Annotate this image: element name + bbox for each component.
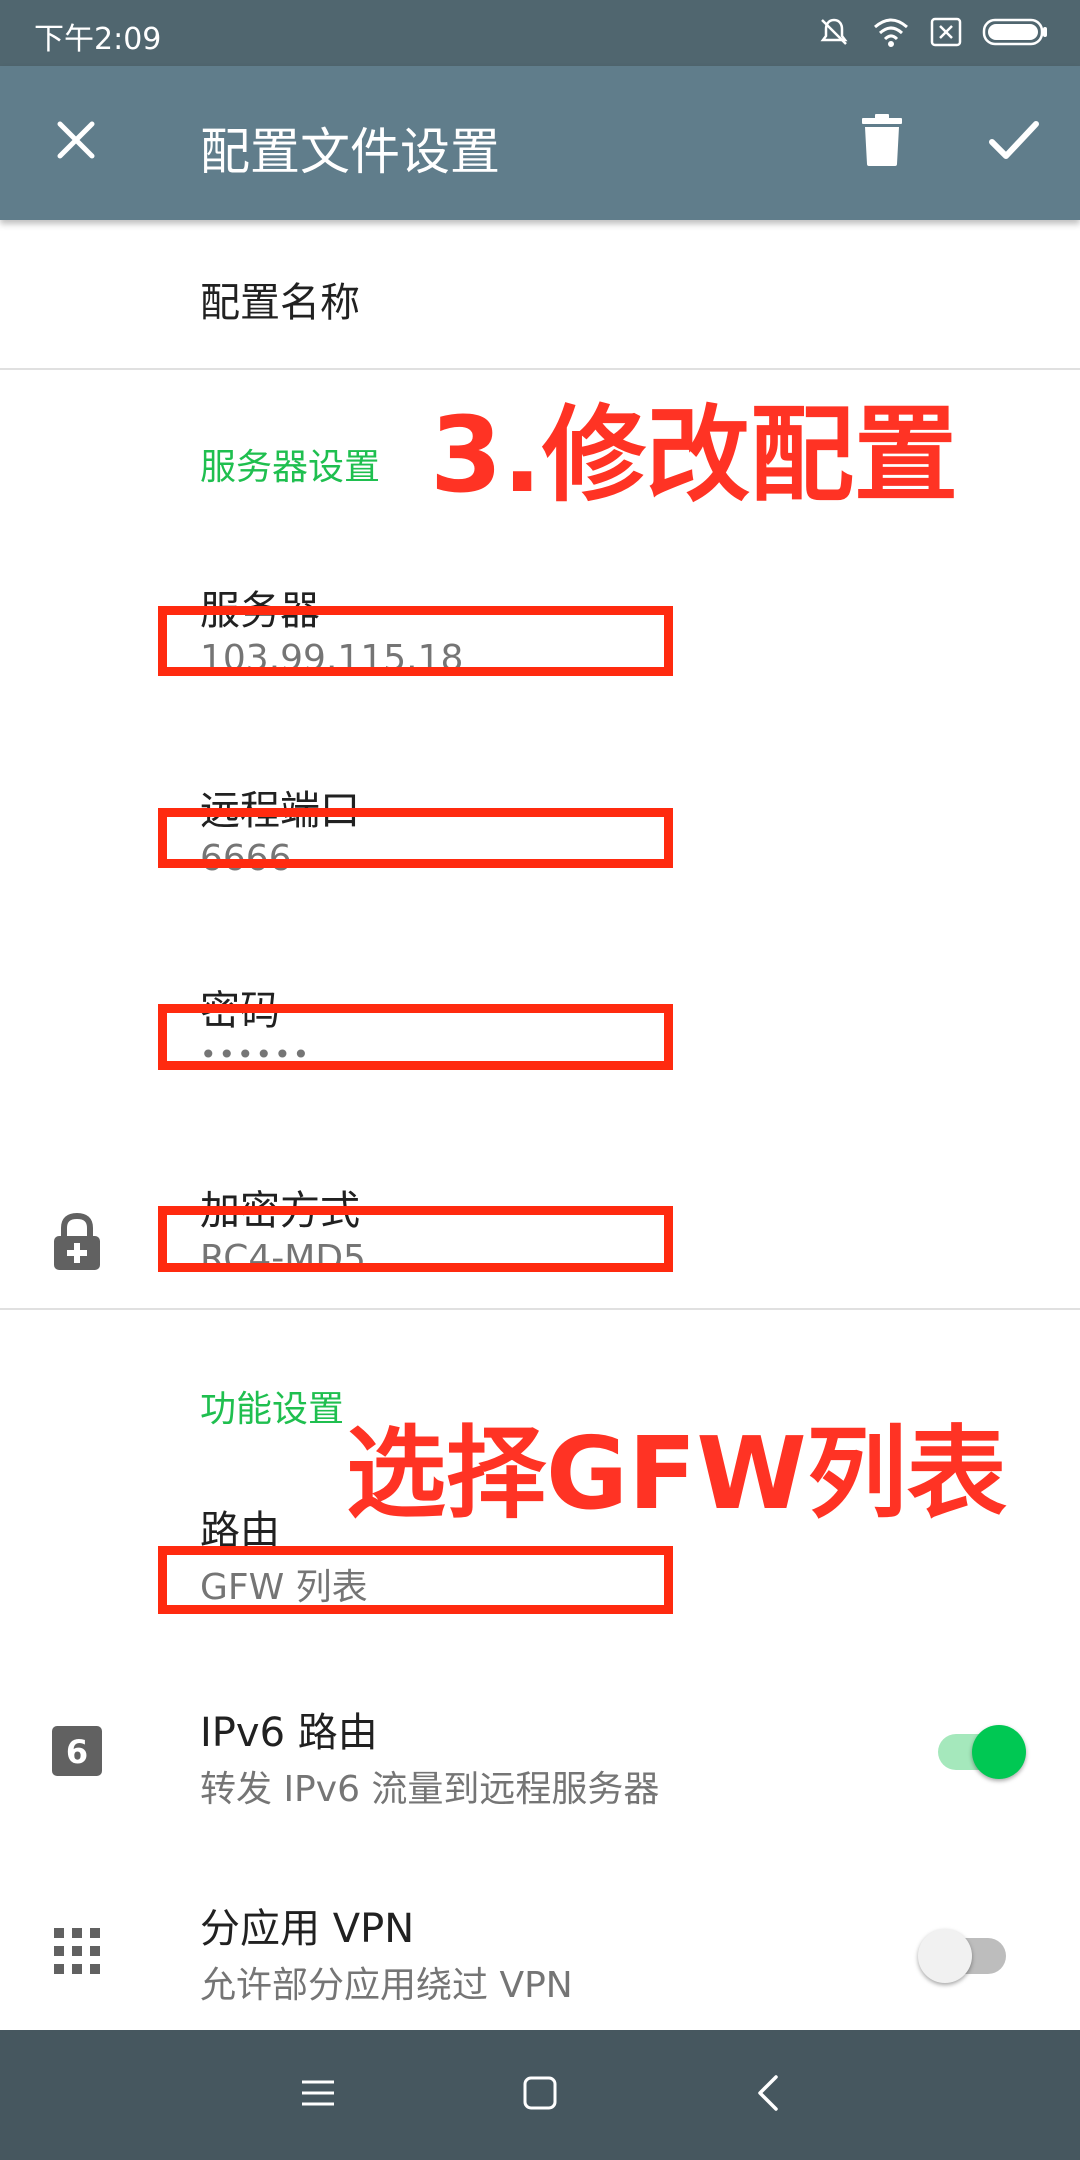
- no-sim-icon: [930, 17, 962, 51]
- feature-section-title: 功能设置: [200, 1389, 345, 1430]
- toggle-knob: [972, 1725, 1026, 1779]
- close-icon: [54, 118, 98, 166]
- annotation-step3: 3.修改配置: [430, 394, 958, 516]
- menu-button[interactable]: [288, 2065, 348, 2125]
- profile-name-label: 配置名称: [200, 280, 360, 326]
- svg-text:6: 6: [66, 1733, 88, 1771]
- delete-button[interactable]: [846, 106, 918, 178]
- server-section-title: 服务器设置: [200, 447, 381, 488]
- delete-icon: [862, 114, 902, 170]
- annotation-box-password: [158, 1004, 673, 1070]
- wifi-icon: [872, 15, 910, 53]
- per-app-vpn-title: 分应用 VPN: [200, 1906, 415, 1952]
- confirm-button[interactable]: [978, 106, 1050, 178]
- profile-name-row[interactable]: 配置名称: [0, 220, 1080, 368]
- mute-icon: [816, 14, 852, 54]
- lock-plus-icon: [52, 1212, 102, 1270]
- navigation-bar: [0, 2030, 1080, 2160]
- ipv6-icon: 6: [52, 1726, 102, 1780]
- settings-content: 配置名称 服务器设置 3.修改配置 服务器 103.99.115.18 远程端口…: [0, 220, 1080, 2030]
- divider: [0, 1308, 1080, 1310]
- ipv6-route-row[interactable]: 6 IPv6 路由 转发 IPv6 流量到远程服务器: [0, 1670, 1080, 1860]
- close-button[interactable]: [40, 106, 112, 178]
- apps-grid-icon: [52, 1926, 102, 1980]
- home-button[interactable]: [510, 2065, 570, 2125]
- check-icon: [988, 118, 1040, 166]
- battery-icon: [982, 17, 1048, 51]
- back-button[interactable]: [738, 2065, 798, 2125]
- menu-icon: [300, 2078, 336, 2112]
- status-icons: [816, 14, 1048, 54]
- per-app-vpn-subtitle: 允许部分应用绕过 VPN: [200, 1965, 573, 2006]
- home-icon: [522, 2075, 558, 2115]
- ipv6-toggle[interactable]: [938, 1725, 1026, 1779]
- annotation-box-method: [158, 1206, 673, 1272]
- status-time: 下午2:09: [34, 22, 162, 57]
- app-bar: 配置文件设置: [0, 66, 1080, 220]
- per-app-vpn-row[interactable]: 分应用 VPN 允许部分应用绕过 VPN: [0, 1870, 1080, 2030]
- toggle-knob: [918, 1929, 972, 1983]
- annotation-box-server: [158, 606, 673, 676]
- page-title: 配置文件设置: [200, 123, 500, 181]
- status-bar: 下午2:09: [0, 0, 1080, 66]
- ipv6-route-title: IPv6 路由: [200, 1710, 378, 1756]
- back-icon: [756, 2074, 780, 2116]
- per-app-vpn-toggle[interactable]: [918, 1929, 1006, 1983]
- annotation-box-route: [158, 1546, 673, 1614]
- annotation-box-port: [158, 808, 673, 868]
- ipv6-route-subtitle: 转发 IPv6 流量到远程服务器: [200, 1769, 660, 1810]
